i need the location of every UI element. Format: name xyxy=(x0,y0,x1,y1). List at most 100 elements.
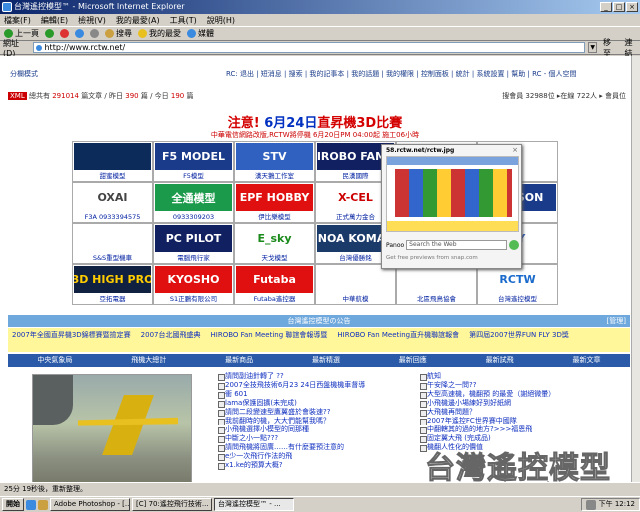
ticker-item[interactable]: 2007台北國飛盛典 xyxy=(141,330,201,350)
sponsor-caption[interactable]: Futaba遙控器 xyxy=(235,293,314,303)
list-item[interactable]: 大型高速機，機翻預 的最愛（謝絕微暈） xyxy=(420,390,620,399)
sponsor-caption[interactable]: 北區飛鳥協會 xyxy=(397,293,476,303)
sponsor-logo[interactable]: OXAI xyxy=(74,184,151,211)
popup-search-go-icon[interactable] xyxy=(509,240,519,250)
volume-icon[interactable] xyxy=(585,499,596,510)
category-tab[interactable]: 最新回應 xyxy=(399,354,427,367)
task-photoshop[interactable]: Adobe Photoshop - [...] xyxy=(50,498,130,511)
list-item[interactable]: 請問二段變速型鷹翼盛於會裝速?? xyxy=(218,408,418,417)
list-item[interactable]: 請問飛機將固廣……有什麼要預注意的 xyxy=(218,443,418,453)
ticker-item[interactable]: 第四屆2007世界FUN FLY 3D獎 xyxy=(469,330,569,350)
minimize-button[interactable]: _ xyxy=(600,2,612,12)
start-button[interactable]: 開始 xyxy=(2,498,24,511)
sponsor-logo[interactable] xyxy=(74,143,151,170)
media-button[interactable]: 媒體 xyxy=(187,28,214,39)
featured-plane-photo[interactable] xyxy=(32,374,192,496)
menu-favorites[interactable]: 我的最愛(A) xyxy=(116,14,160,26)
sponsor-caption[interactable]: 天戈模型 xyxy=(235,252,314,262)
menu-tools[interactable]: 工具(T) xyxy=(170,14,197,26)
list-item[interactable]: lama保護固擴(未完成) xyxy=(218,399,418,408)
menu-file[interactable]: 檔案(F) xyxy=(4,14,31,26)
menu-edit[interactable]: 編輯(E) xyxy=(41,14,68,26)
list-item[interactable]: 大飛機再問題？ xyxy=(420,408,620,417)
sponsor-logo-cell[interactable]: 3D HIGH PRO 亞拓電器 xyxy=(72,264,153,305)
ticker-item[interactable]: HIROBO Fan Meeting 聯誼會報導暨 xyxy=(211,330,328,350)
sponsor-caption[interactable]: 中華航模 xyxy=(316,293,395,303)
sponsor-logo[interactable] xyxy=(74,225,151,252)
sponsor-logo-cell[interactable]: EPF HOBBY 伊比樂模型 xyxy=(234,182,315,223)
quick-launch-ie-icon[interactable] xyxy=(26,499,36,510)
sponsor-caption[interactable]: S&S重型機車 xyxy=(73,252,152,262)
ticker-item[interactable]: 2007年全國直昇機3D錦標賽暨撿定賽 xyxy=(12,330,131,350)
sponsor-logo-cell[interactable]: KYOSHO S1正鵬有限公司 xyxy=(153,264,234,305)
sponsor-caption[interactable]: 台灣遙控模型 xyxy=(478,293,557,303)
sponsor-caption[interactable]: F5模型 xyxy=(154,170,233,180)
sponsor-caption[interactable]: 0933309203 xyxy=(154,213,233,221)
task-folder[interactable]: [C] 70:遙控飛行技術... xyxy=(132,498,212,511)
vertical-scrollbar[interactable] xyxy=(631,56,640,496)
xml-badge[interactable]: XML xyxy=(8,92,27,100)
sponsor-logo-cell[interactable]: 中華航模 xyxy=(315,264,396,305)
sponsor-logo[interactable]: EPF HOBBY xyxy=(236,184,313,211)
column-mode-link[interactable]: 分欄模式 xyxy=(10,68,38,80)
board-manage-link[interactable]: [管理] xyxy=(607,315,626,327)
preview-thumbnail[interactable] xyxy=(386,156,519,232)
popup-search-input[interactable]: Search the Web xyxy=(406,240,507,250)
sponsor-logo-cell[interactable]: S&S重型機車 xyxy=(72,223,153,264)
list-item[interactable]: 2007年遙控FC世界賽中國隊 xyxy=(420,417,620,426)
category-tab[interactable]: 最新文章 xyxy=(572,354,600,367)
list-item[interactable]: 請問副油針轉了 ?? xyxy=(218,372,418,381)
sponsor-caption[interactable]: 電腦飛行家 xyxy=(154,252,233,262)
address-input[interactable]: http://www.rctw.net/ xyxy=(33,42,586,53)
category-tab[interactable]: 最新精選 xyxy=(312,354,340,367)
sponsor-logo-cell[interactable]: E_sky 天戈模型 xyxy=(234,223,315,264)
list-item[interactable]: 午安降之一問?? xyxy=(420,381,620,390)
category-tab[interactable]: 飛機大總計 xyxy=(131,354,166,367)
sponsor-logo[interactable]: F5 MODEL xyxy=(155,143,232,170)
list-item[interactable]: x1.ke的預算大概? xyxy=(218,461,418,470)
list-item[interactable]: 小飛機選擇小模型的同那種 xyxy=(218,425,418,435)
sponsor-logo[interactable]: RCTW xyxy=(479,266,556,293)
sponsor-logo-cell[interactable]: 北區飛鳥協會 xyxy=(396,264,477,305)
favorites-button[interactable]: 我的最愛 xyxy=(138,28,181,39)
list-item[interactable]: 我前翻時的機，大大們能幫我嗎？ xyxy=(218,417,418,426)
sponsor-logo-cell[interactable]: F5 MODEL F5模型 xyxy=(153,141,234,182)
sponsor-caption[interactable]: 亞拓電器 xyxy=(73,293,152,303)
home-button[interactable] xyxy=(90,29,99,38)
sponsor-caption[interactable]: 甜蜜模型 xyxy=(73,170,152,180)
sponsor-logo-cell[interactable]: Futaba Futaba遙控器 xyxy=(234,264,315,305)
search-button[interactable]: 搜尋 xyxy=(105,28,132,39)
menu-help[interactable]: 說明(H) xyxy=(207,14,235,26)
list-item[interactable]: e少一次飛行作法的飛 xyxy=(218,452,418,462)
quick-launch-desktop-icon[interactable] xyxy=(38,499,48,510)
list-item[interactable]: 衝 601 xyxy=(218,390,418,399)
sponsor-logo[interactable]: 3D HIGH PRO xyxy=(74,266,151,293)
refresh-button[interactable] xyxy=(75,29,84,38)
menu-view[interactable]: 檢視(V) xyxy=(78,14,106,26)
sponsor-logo-cell[interactable]: STV 漢天鵝工作室 xyxy=(234,141,315,182)
sponsor-logo[interactable]: STV xyxy=(236,143,313,170)
close-button[interactable]: × xyxy=(626,2,638,12)
list-item[interactable]: 小飛機邊小場練好到好紙網 xyxy=(420,399,620,408)
list-item[interactable]: 中翻轄其的過的地方?>>>福恩飛 xyxy=(420,425,620,435)
list-item[interactable]: 固定翼大飛 (完成品) xyxy=(420,434,620,444)
sponsor-caption[interactable]: 伊比樂模型 xyxy=(235,211,314,221)
task-ie[interactable]: 台灣遙控模型™ - ... xyxy=(214,498,294,511)
list-item[interactable]: 2007全技飛技術6月23 24日西盤機機車督導 xyxy=(218,381,418,390)
list-item[interactable]: 航知 xyxy=(420,372,620,381)
sponsor-logo[interactable]: PC PILOT xyxy=(155,225,232,252)
sponsor-logo-cell[interactable]: 全通模型 0933309203 xyxy=(153,182,234,223)
sponsor-logo-cell[interactable]: OXAI F3A 0933394575 xyxy=(72,182,153,223)
sponsor-logo[interactable]: E_sky xyxy=(236,225,313,252)
sponsor-logo-cell[interactable]: 甜蜜模型 xyxy=(72,141,153,182)
sponsor-logo[interactable]: 全通模型 xyxy=(155,184,232,211)
forward-button[interactable] xyxy=(45,29,54,38)
category-tab[interactable]: 最新試飛 xyxy=(486,354,514,367)
member-stats[interactable]: 搜會員 32988位 ▸在線 722人 ▸ 會員位 xyxy=(502,90,626,102)
ticker-item[interactable]: HIROBO Fan Meeting直升機聯誼報會 xyxy=(337,330,459,350)
popup-close-icon[interactable]: × xyxy=(512,146,518,154)
list-item[interactable]: 中斷之小一點??? xyxy=(218,434,418,444)
rc-nav-links[interactable]: RC: 退出 | 短消息 | 搜索 | 我的記事本 | 我的話題 | 我的權限 … xyxy=(226,68,576,80)
category-tab[interactable]: 中央氣象局 xyxy=(37,354,72,367)
category-tab[interactable]: 最新商品 xyxy=(225,354,253,367)
